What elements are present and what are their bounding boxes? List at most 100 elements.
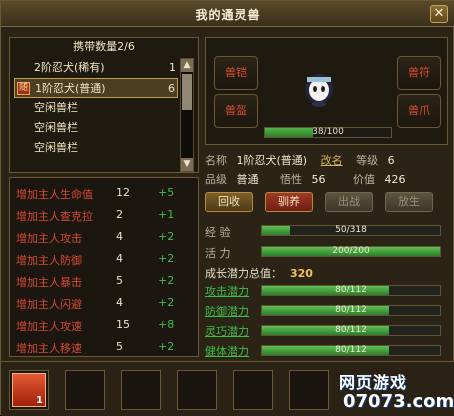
potential-label[interactable]: 攻击潜力 [205,283,249,299]
exp-row: 经 验 50/318 [205,223,448,239]
potential-bar: 80/112 [261,345,441,356]
close-button[interactable]: ✕ [430,5,448,23]
pet-list: 2阶忍犬(稀有) 1 随 1阶忍犬(普通) 6 空闲兽栏 空闲兽栏 空闲兽栏 [14,58,178,158]
pet-window: 我的通灵兽 ✕ 携带数量2/6 2阶忍犬(稀有) 1 随 1阶忍犬(普通) 6 空闲兽栏空… [0,0,454,416]
quality-value: 普通 [236,173,259,186]
bonus-plus: +1 [158,208,175,221]
follow-flag-icon: 随 [17,82,30,95]
release-button[interactable]: 放生 [385,192,433,212]
bonus-plus: +2 [158,296,175,309]
watermark: 网页游戏 07073.com [339,365,454,416]
skill-count: 1 [36,395,43,406]
pet-list-name: 空闲兽栏 [34,101,78,114]
skill-slot-3[interactable] [121,370,161,410]
carry-count: 携带数量2/6 [73,40,135,53]
growth-value: 320 [290,267,313,280]
bonus-plus: +2 [158,230,175,243]
battle-button[interactable]: 出战 [325,192,373,212]
title-bar: 我的通灵兽 ✕ [1,1,454,27]
level-value: 6 [387,154,395,167]
pet-list-name: 空闲兽栏 [34,121,78,134]
skill-slot-1[interactable]: 1 [9,370,49,410]
potential-text: 80/112 [335,285,367,295]
potential-row: 防御潜力 80/112 [205,303,448,319]
equip-slot-claw[interactable]: 兽爪 [397,94,441,128]
potential-bar: 80/112 [261,285,441,296]
pet-list-name: 2阶忍犬(稀有) [34,61,105,74]
price-value: 426 [384,173,406,186]
pet-list-name: 空闲兽栏 [34,141,78,154]
skill-slot-4[interactable] [177,370,217,410]
bonus-label: 增加主人生命值 [16,188,93,201]
vitality-text: 200/200 [332,246,370,256]
potential-label[interactable]: 灵巧潜力 [205,323,249,339]
potential-bar: 80/112 [261,305,441,316]
aptitude-label: 悟性 [280,173,302,186]
exp-bar: 50/318 [261,225,441,236]
exp-label: 经 验 [205,226,231,239]
potential-row: 灵巧潜力 80/112 [205,323,448,339]
level-label: 等级 [356,154,379,167]
pet-portrait-panel: 兽铠 兽盔 兽符 兽爪 38/100 [205,37,448,145]
bonus-plus: +8 [158,318,175,331]
growth-label: 成长潜力总值： [205,267,282,280]
bonus-label: 增加主人移速 [16,342,82,355]
bonus-level: 4 [116,252,123,265]
potential-label[interactable]: 健体潜力 [205,343,249,359]
bonus-level: 4 [116,230,123,243]
pet-list-item[interactable]: 空闲兽栏 [14,138,178,158]
potential-text: 80/112 [335,305,367,315]
scroll-down-icon[interactable]: ▼ [181,158,193,171]
equip-slot-charm[interactable]: 兽符 [397,56,441,90]
price-label: 价值 [353,173,375,186]
pet-list-item[interactable]: 2阶忍犬(稀有) 1 [14,58,178,78]
pet-name: 1阶忍犬(普通) [236,154,308,167]
bonus-level: 15 [116,318,130,331]
owner-bonus-row: 增加主人暴击 5 +2 [16,270,194,292]
watermark-line1: 网页游戏 [339,373,408,392]
exp-text: 50/318 [335,225,367,235]
pet-list-item[interactable]: 随 1阶忍犬(普通) 6 [14,78,178,98]
equip-slot-helmet[interactable]: 兽盔 [214,94,258,128]
vitality-label: 活 力 [205,247,231,260]
owner-bonus-row: 增加主人防御 4 +2 [16,248,194,270]
bonus-plus: +2 [158,252,175,265]
name-label: 名称 [205,154,227,167]
bonus-level: 12 [116,186,130,199]
bonus-label: 增加主人查克拉 [16,210,93,223]
pet-list-count: 6 [168,82,175,95]
bonus-level: 2 [116,208,123,221]
owner-bonus-panel: 增加主人生命值 12 +5 增加主人查克拉 2 +1 增加主人攻击 4 +2 增加主人防御 4 +2 增… [9,177,199,357]
bonus-label: 增加主人暴击 [16,276,82,289]
owner-bonus-row: 增加主人攻速 15 +8 [16,314,194,336]
potential-row: 攻击潜力 80/112 [205,283,448,299]
potential-text: 80/112 [335,345,367,355]
info-row-name: 名称 1阶忍犬(普通) 改名 等级 6 [205,153,448,169]
bonus-plus: +2 [158,274,175,287]
pet-list-item[interactable]: 空闲兽栏 [14,118,178,138]
vitality-row: 活 力 200/200 [205,244,448,260]
owner-bonus-row: 增加主人生命值 12 +5 [16,182,194,204]
potential-label[interactable]: 防御潜力 [205,303,249,319]
pet-avatar [305,74,333,107]
skill-slot-2[interactable] [65,370,105,410]
rename-link[interactable]: 改名 [321,154,343,167]
watermark-line2: 07073.com [343,391,454,412]
scroll-thumb[interactable] [182,74,192,110]
scroll-up-icon[interactable]: ▲ [181,59,193,72]
bonus-label: 增加主人闪避 [16,298,82,311]
train-button[interactable]: 驯养 [265,192,313,212]
bonus-level: 4 [116,296,123,309]
pet-hp-text: 38/100 [312,127,344,137]
recycle-button[interactable]: 回收 [205,192,253,212]
owner-bonus-row: 增加主人闪避 4 +2 [16,292,194,314]
bonus-plus: +5 [158,186,175,199]
aptitude-value: 56 [311,173,326,186]
equip-slot-armor[interactable]: 兽铠 [214,56,258,90]
skill-icon[interactable]: 1 [12,373,46,407]
bonus-label: 增加主人攻速 [16,320,82,333]
pet-list-scrollbar[interactable]: ▲ ▼ [180,58,194,172]
skill-slot-5[interactable] [233,370,273,410]
pet-list-item[interactable]: 空闲兽栏 [14,98,178,118]
skill-slot-6[interactable] [289,370,329,410]
